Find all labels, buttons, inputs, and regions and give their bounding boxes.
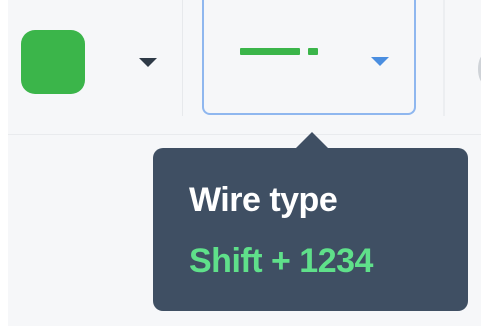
- color-swatch[interactable]: [21, 30, 85, 94]
- toolbar-strip: [8, 0, 481, 135]
- app-frame: Wire type Shift + 1234: [0, 0, 481, 334]
- tooltip-arrow: [296, 132, 328, 148]
- wire-type-dropdown[interactable]: [202, 0, 416, 115]
- tooltip-shortcut: Shift + 1234: [189, 242, 373, 280]
- caret-down-icon[interactable]: [371, 57, 389, 66]
- toolbar-divider: [443, 0, 445, 116]
- tooltip-title: Wire type: [189, 181, 338, 219]
- caret-down-icon[interactable]: [139, 58, 157, 67]
- color-picker-group[interactable]: [8, 0, 183, 116]
- dashed-wire-icon: [240, 48, 318, 55]
- tooltip: Wire type Shift + 1234: [153, 132, 468, 311]
